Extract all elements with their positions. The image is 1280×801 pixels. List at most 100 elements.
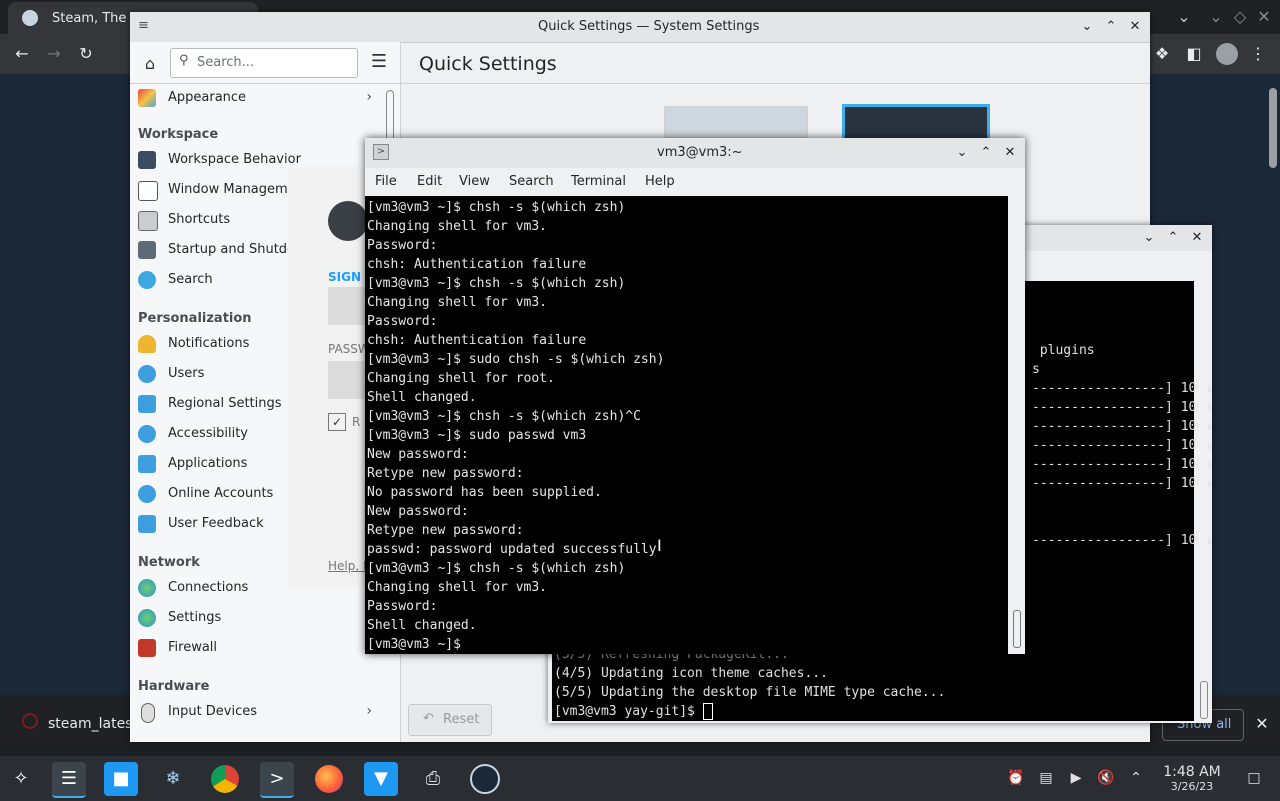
minimize-icon[interactable]: ⌄ bbox=[1206, 7, 1226, 27]
menu-help[interactable]: Help bbox=[645, 174, 675, 189]
terminal2-line: -----------------] 100% bbox=[1032, 438, 1213, 453]
file-manager-icon[interactable]: ▼ bbox=[364, 762, 398, 796]
profile-icon[interactable] bbox=[1216, 43, 1238, 65]
download-name[interactable]: steam_lates bbox=[48, 716, 132, 732]
close-icon[interactable]: ✕ bbox=[1001, 144, 1019, 162]
show-desktop-icon[interactable]: □ bbox=[1244, 768, 1264, 788]
terminal-task-icon[interactable]: > bbox=[260, 762, 294, 798]
menu-view[interactable]: View bbox=[459, 174, 490, 189]
forward-icon[interactable]: → bbox=[44, 44, 64, 64]
app-launcher-icon[interactable]: ✧ bbox=[4, 762, 38, 796]
terminal-screen[interactable]: [vm3@vm3 ~]$ chsh -s $(which zsh) Changi… bbox=[365, 196, 1008, 654]
search-icon: ⚲ bbox=[179, 53, 189, 68]
sidebar-item-network-settings[interactable]: Settings bbox=[130, 604, 382, 634]
sidebar-item-input-devices[interactable]: Input Devices › bbox=[130, 698, 382, 728]
home-icon[interactable]: ⌂ bbox=[140, 54, 160, 74]
close-icon[interactable]: ✕ bbox=[1188, 229, 1206, 247]
media-player-icon[interactable]: ▶ bbox=[1066, 768, 1086, 788]
plasma-icon[interactable]: ❄ bbox=[156, 762, 190, 796]
terminal-scrollbar[interactable] bbox=[1010, 196, 1024, 654]
clock-date: 3/26/23 bbox=[1170, 780, 1214, 793]
terminal2-line: -----------------] 100% bbox=[1032, 381, 1213, 396]
menu-edit[interactable]: Edit bbox=[417, 174, 442, 189]
terminal-window-title: vm3@vm3:~ bbox=[657, 145, 743, 160]
terminal-line: Password: bbox=[367, 599, 438, 614]
window-menu-icon[interactable]: ≡ bbox=[138, 18, 149, 33]
restore-icon[interactable]: ◇ bbox=[1230, 7, 1250, 27]
regional-icon bbox=[138, 395, 156, 413]
terminal-line: [vm3@vm3 ~]$ sudo chsh -s $(which zsh) bbox=[367, 352, 665, 367]
chevron-down-icon[interactable]: ⌄ bbox=[1174, 7, 1194, 27]
category-personalization: Personalization bbox=[138, 311, 252, 326]
minimize-icon[interactable]: ⌄ bbox=[1140, 229, 1158, 247]
search-placeholder: Search... bbox=[197, 55, 255, 70]
minimize-icon[interactable]: ⌄ bbox=[1078, 18, 1096, 36]
scrollbar[interactable] bbox=[1266, 74, 1280, 694]
maximize-icon[interactable]: ⌃ bbox=[1164, 229, 1182, 247]
firefox-icon[interactable] bbox=[312, 762, 346, 796]
category-hardware: Hardware bbox=[138, 679, 210, 694]
printer-icon[interactable]: ⎙ bbox=[416, 762, 450, 796]
terminal-line: [vm3@vm3 ~]$ chsh -s $(which zsh) bbox=[367, 561, 626, 576]
terminal2-scrollbar-thumb[interactable] bbox=[1200, 681, 1208, 719]
terminal2-line: -----------------] 100% bbox=[1032, 476, 1213, 491]
password-label: PASSW bbox=[328, 342, 370, 356]
terminal-line: Password: bbox=[367, 238, 438, 253]
sign-in-label: SIGN I bbox=[328, 270, 370, 284]
close-icon[interactable]: ✕ bbox=[1126, 18, 1144, 36]
sidepanel-icon[interactable]: ◧ bbox=[1184, 44, 1204, 64]
alarm-icon[interactable]: ⏰ bbox=[1006, 768, 1026, 788]
volume-muted-icon[interactable]: 🔇 bbox=[1096, 768, 1116, 788]
taskbar: ✧ ☰ ■ ❄ > ▼ ⎙ ⏰ ▤ ▶ 🔇 ⌃ 1:48 AM 3/26/23 … bbox=[0, 755, 1280, 801]
chevron-right-icon: › bbox=[366, 703, 372, 719]
minimize-icon[interactable]: ⌄ bbox=[953, 144, 971, 162]
menu-dots-icon[interactable]: ⋮ bbox=[1248, 44, 1268, 64]
sidebar-item-appearance[interactable]: Appearance › bbox=[130, 84, 382, 114]
menu-terminal[interactable]: Terminal bbox=[571, 174, 626, 189]
back-icon[interactable]: ← bbox=[12, 44, 32, 64]
terminal-line: chsh: Authentication failure bbox=[367, 333, 587, 348]
terminal-scrollbar-thumb[interactable] bbox=[1013, 610, 1021, 648]
close-icon[interactable]: ✕ bbox=[1254, 7, 1274, 27]
sidebar-item-firewall[interactable]: Firewall bbox=[130, 634, 382, 664]
remember-checkbox[interactable]: ✓ bbox=[328, 413, 346, 431]
keyboard-icon bbox=[138, 211, 158, 231]
feedback-icon bbox=[138, 515, 156, 533]
terminal-titlebar: > vm3@vm3:~ ⌄ ⌃ ✕ bbox=[365, 138, 1025, 169]
online-accounts-icon bbox=[138, 485, 156, 503]
terminal-line: Changing shell for vm3. bbox=[367, 580, 548, 595]
clock[interactable]: 1:48 AM 3/26/23 bbox=[1152, 764, 1232, 794]
terminal-line: Password: bbox=[367, 314, 438, 329]
maximize-icon[interactable]: ⌃ bbox=[1102, 18, 1120, 36]
steam-logo-icon bbox=[328, 201, 368, 241]
menu-file[interactable]: File bbox=[375, 174, 397, 189]
terminal-line: [vm3@vm3 ~]$ chsh -s $(which zsh) bbox=[367, 200, 626, 215]
chrome-icon[interactable] bbox=[208, 762, 242, 796]
terminal-line: Changing shell for vm3. bbox=[367, 295, 548, 310]
search-input[interactable]: ⚲ Search... bbox=[170, 48, 358, 78]
maximize-icon[interactable]: ⌃ bbox=[977, 144, 995, 162]
terminal-line: New password: bbox=[367, 504, 469, 519]
clock-time: 1:48 AM bbox=[1163, 764, 1221, 780]
reload-icon[interactable]: ↻ bbox=[76, 44, 96, 64]
terminal2-bottom-output: (3/5) Refreshing PackageKit... (4/5) Upd… bbox=[552, 645, 1192, 721]
steam-icon[interactable] bbox=[468, 762, 502, 796]
terminal2-line: -----------------] 100% bbox=[1032, 457, 1213, 472]
settings-titlebar: ≡ Quick Settings — System Settings ⌄ ⌃ ✕ bbox=[130, 12, 1150, 43]
scrollbar-thumb[interactable] bbox=[1269, 88, 1277, 168]
clipboard-icon[interactable]: ▤ bbox=[1036, 768, 1056, 788]
hamburger-menu-icon[interactable]: ☰ bbox=[368, 52, 390, 72]
accessibility-icon bbox=[138, 425, 156, 443]
tray-expand-icon[interactable]: ⌃ bbox=[1126, 768, 1146, 788]
discover-store-icon[interactable]: ■ bbox=[104, 762, 138, 796]
system-settings-task-icon[interactable]: ☰ bbox=[52, 762, 86, 798]
terminal2-line: -----------------] 100% bbox=[1032, 400, 1213, 415]
close-download-bar-icon[interactable]: ✕ bbox=[1252, 714, 1272, 734]
reset-button[interactable]: ↶ Reset bbox=[408, 704, 492, 736]
menu-search[interactable]: Search bbox=[509, 174, 554, 189]
help-link[interactable]: Help, I bbox=[328, 559, 367, 573]
startup-icon bbox=[138, 241, 156, 259]
terminal2-scrollbar[interactable] bbox=[1198, 281, 1208, 721]
extensions-icon[interactable]: ❖ bbox=[1152, 44, 1172, 64]
workspace-behavior-icon bbox=[138, 151, 156, 169]
